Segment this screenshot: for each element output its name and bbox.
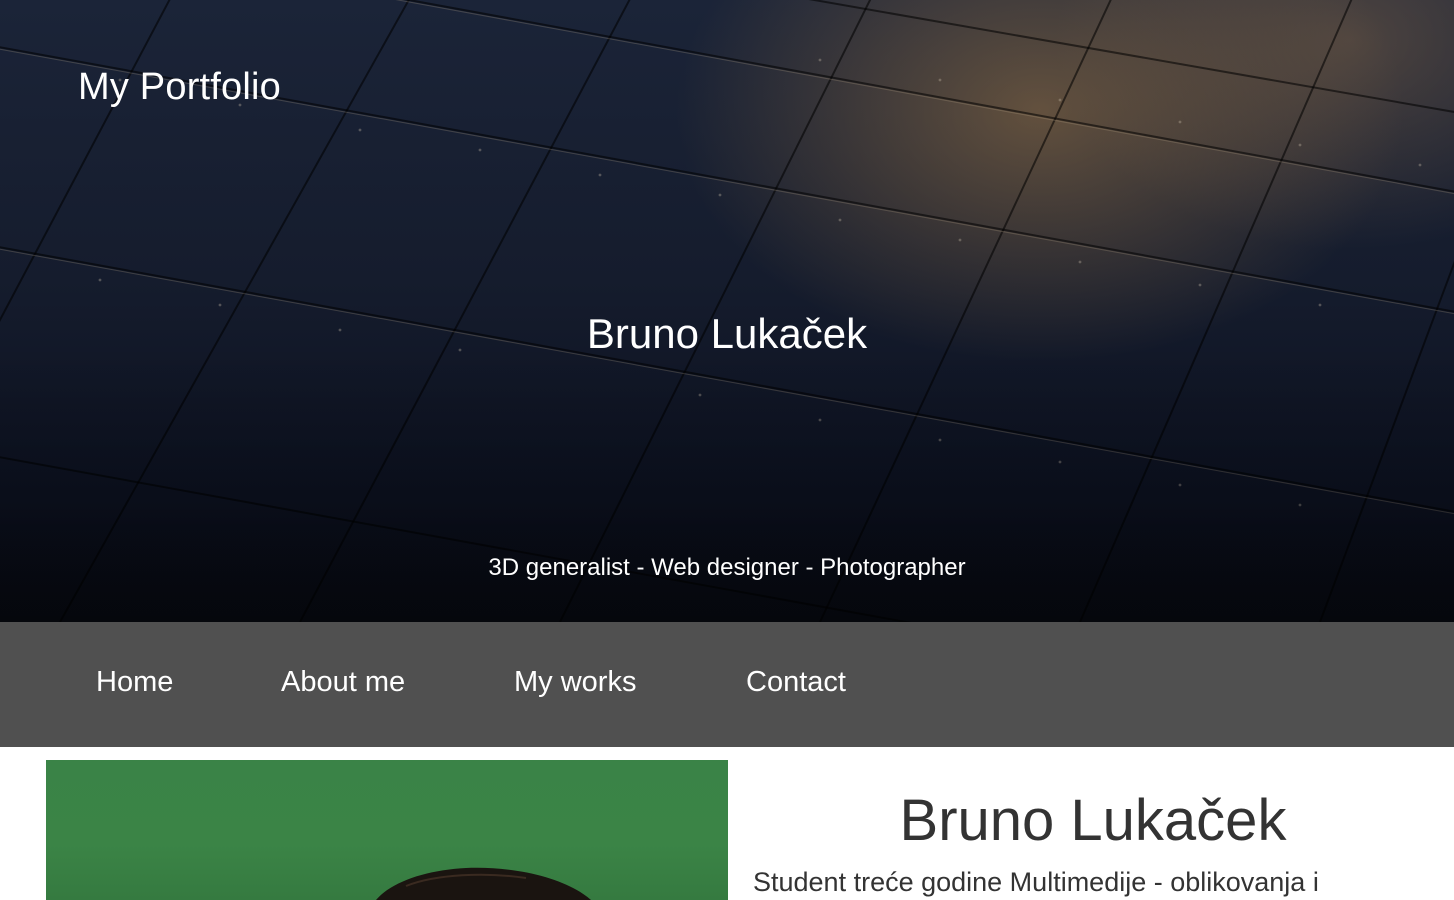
about-name-heading: Bruno Lukaček — [899, 788, 1287, 853]
hero-name: Bruno Lukaček — [586, 310, 868, 357]
profile-photo — [46, 760, 728, 900]
nav-works-link[interactable]: My works — [514, 666, 636, 699]
about-intro-text: Student treće godine Multimedije - oblik… — [753, 867, 1319, 897]
main-navigation: Home About me My works Contact — [0, 622, 1454, 747]
about-section: Bruno Lukaček Student treće godine Multi… — [0, 747, 1454, 900]
hero-banner: My Portfolio Bruno Lukaček 3D generalist… — [0, 0, 1454, 622]
profile-photo-hair — [376, 867, 591, 900]
nav-contact-link[interactable]: Contact — [746, 666, 846, 699]
site-title[interactable]: My Portfolio — [78, 66, 281, 109]
nav-about-link[interactable]: About me — [281, 666, 405, 699]
nav-home-link[interactable]: Home — [96, 666, 173, 699]
hero-tagline: 3D generalist - Web designer - Photograp… — [488, 554, 966, 581]
